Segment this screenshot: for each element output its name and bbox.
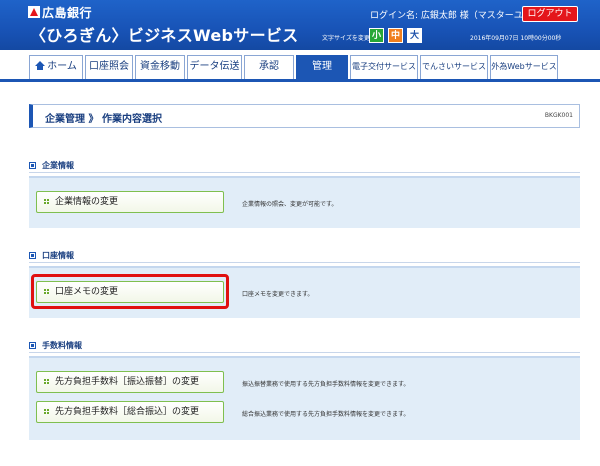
change-company-info-button[interactable]: 企業情報の変更 <box>36 191 224 213</box>
bank-logo[interactable]: 広島銀行 <box>28 4 92 21</box>
section-bullet-icon <box>29 162 36 169</box>
section-header-company-info: 企業情報 <box>29 160 74 171</box>
section-title: 企業情報 <box>42 161 74 170</box>
action-description: 総合振込業務で使用する先方負担手数料情報を変更できます。 <box>242 411 410 418</box>
action-description: 口座メモを変更できます。 <box>242 291 314 298</box>
dots-icon <box>44 379 49 385</box>
main-nav: ホーム 口座照会 資金移動 データ伝送 承認 管理 電子交付サービス でんさいサ… <box>0 50 600 82</box>
button-label: 先方負担手数料［総合振込］の変更 <box>55 407 200 417</box>
font-size-label: 文字サイズを変更 <box>322 35 370 42</box>
highlight-box <box>31 274 229 309</box>
button-label: 先方負担手数料［振込振替］の変更 <box>55 377 200 387</box>
divider <box>29 262 580 263</box>
section-title: 手数料情報 <box>42 341 82 350</box>
action-description: 企業情報の照会、変更が可能です。 <box>242 201 338 208</box>
nav-tab-account-inquiry[interactable]: 口座照会 <box>85 55 133 79</box>
divider <box>29 352 580 353</box>
nav-tab-e-delivery[interactable]: 電子交付サービス <box>350 55 418 79</box>
page-title-bar: 企業管理 》 作業内容選択 BKGK001 <box>29 104 580 128</box>
nav-tab-data-transmission[interactable]: データ伝送 <box>187 55 242 79</box>
bank-name: 広島銀行 <box>42 6 93 20</box>
home-icon <box>35 61 46 70</box>
bank-mark-icon <box>28 6 40 18</box>
nav-tab-management[interactable]: 管理 <box>296 55 348 79</box>
action-description: 振込振替業務で使用する先方負担手数料情報を変更できます。 <box>242 381 410 388</box>
font-large-button[interactable]: 大 <box>407 28 422 43</box>
app-header: 広島銀行 〈ひろぎん〉ビジネスWebサービス ログイン名: 広銀太郎 様（マスタ… <box>0 0 600 50</box>
dots-icon <box>44 409 49 415</box>
section-bullet-icon <box>29 252 36 259</box>
dots-icon <box>44 199 49 205</box>
page-title: 企業管理 》 作業内容選択 <box>45 114 162 125</box>
service-name: 〈ひろぎん〉ビジネスWebサービス <box>30 26 299 45</box>
font-small-button[interactable]: 小 <box>369 28 384 43</box>
change-fee-bulk-transfer-button[interactable]: 先方負担手数料［総合振込］の変更 <box>36 401 224 423</box>
divider <box>29 172 580 173</box>
nav-tab-label: ホーム <box>47 61 77 72</box>
nav-tab-fund-transfer[interactable]: 資金移動 <box>135 55 185 79</box>
screen-id: BKGK001 <box>544 112 573 119</box>
nav-tab-home[interactable]: ホーム <box>29 55 83 79</box>
nav-tab-densai[interactable]: でんさいサービス <box>420 55 488 79</box>
section-body-fee-info <box>29 356 580 440</box>
logout-button[interactable]: ログアウト <box>522 6 578 22</box>
section-header-account-info: 口座情報 <box>29 250 74 261</box>
section-bullet-icon <box>29 342 36 349</box>
change-fee-transfer-button[interactable]: 先方負担手数料［振込振替］の変更 <box>36 371 224 393</box>
nav-tab-forex[interactable]: 外為Webサービス <box>490 55 558 79</box>
current-datetime: 2016年09月07日 10時00分00秒 <box>470 35 562 42</box>
button-label: 企業情報の変更 <box>55 197 119 207</box>
section-header-fee-info: 手数料情報 <box>29 340 82 351</box>
font-medium-button[interactable]: 中 <box>388 28 403 43</box>
nav-tab-approval[interactable]: 承認 <box>244 55 294 79</box>
section-title: 口座情報 <box>42 251 74 260</box>
